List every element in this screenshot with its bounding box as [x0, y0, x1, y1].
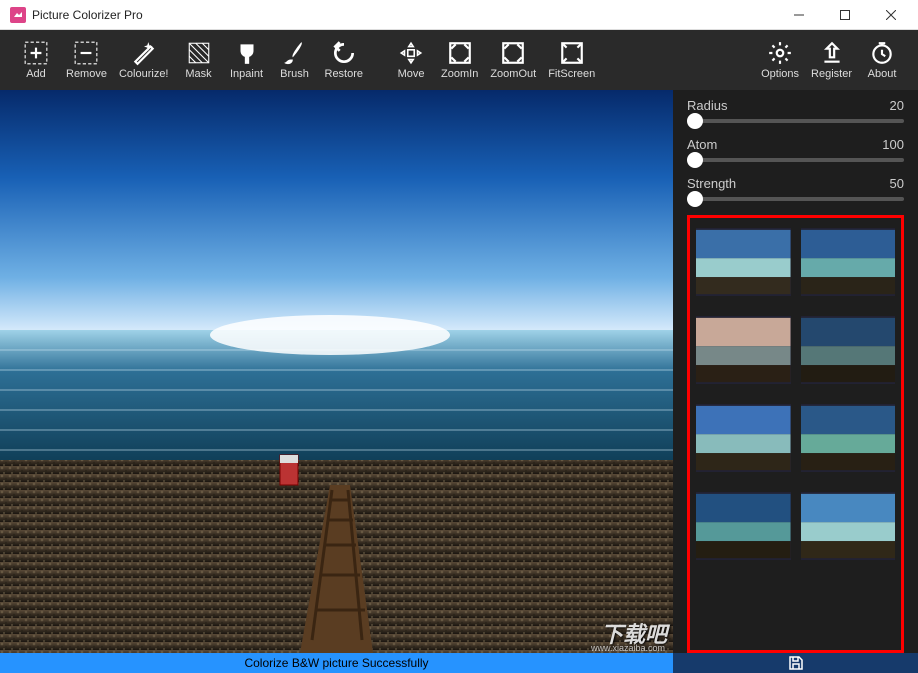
register-button[interactable]: Register — [805, 36, 858, 84]
remove-button[interactable]: Remove — [60, 36, 113, 84]
preset-thumb[interactable] — [696, 228, 791, 296]
brush-button[interactable]: Brush — [271, 36, 319, 84]
app-icon — [10, 7, 26, 23]
mask-label: Mask — [185, 68, 211, 80]
mask-button[interactable]: Mask — [175, 36, 223, 84]
inpaint-button[interactable]: Inpaint — [223, 36, 271, 84]
statusbar: Colorize B&W picture Successfully — [0, 653, 918, 673]
gear-icon — [767, 40, 793, 66]
atom-value: 100 — [882, 137, 904, 152]
clock-icon — [869, 40, 895, 66]
minimize-icon — [794, 10, 804, 20]
atom-thumb[interactable] — [687, 152, 703, 168]
watermark-url: www.xiazaiba.com — [591, 643, 665, 653]
image-preview — [0, 90, 673, 653]
preset-thumb[interactable] — [696, 492, 791, 560]
atom-track[interactable] — [687, 158, 904, 162]
restore-label: Restore — [325, 68, 364, 80]
close-icon — [886, 10, 896, 20]
fitscreen-icon — [559, 40, 585, 66]
mask-icon — [186, 40, 212, 66]
move-button[interactable]: Move — [387, 36, 435, 84]
wand-icon — [131, 40, 157, 66]
maximize-button[interactable] — [822, 0, 868, 30]
radius-slider[interactable]: Radius 20 — [687, 98, 904, 123]
register-icon — [819, 40, 845, 66]
window-title: Picture Colorizer Pro — [32, 8, 776, 22]
add-label: Add — [26, 68, 46, 80]
radius-track[interactable] — [687, 119, 904, 123]
atom-label: Atom — [687, 137, 717, 152]
add-button[interactable]: Add — [12, 36, 60, 84]
zoomout-icon — [500, 40, 526, 66]
preset-thumb[interactable] — [801, 492, 896, 560]
preset-thumb[interactable] — [696, 404, 791, 472]
titlebar: Picture Colorizer Pro — [0, 0, 918, 30]
register-label: Register — [811, 68, 852, 80]
move-label: Move — [398, 68, 425, 80]
remove-icon — [73, 40, 99, 66]
strength-slider[interactable]: Strength 50 — [687, 176, 904, 201]
strength-thumb[interactable] — [687, 191, 703, 207]
restore-icon — [331, 40, 357, 66]
options-button[interactable]: Options — [755, 36, 805, 84]
minimize-button[interactable] — [776, 0, 822, 30]
strength-value: 50 — [890, 176, 904, 191]
preset-thumb[interactable] — [801, 316, 896, 384]
fitscreen-button[interactable]: FitScreen — [542, 36, 601, 84]
zoomout-button[interactable]: ZoomOut — [484, 36, 542, 84]
preset-grid — [687, 215, 904, 653]
add-icon — [23, 40, 49, 66]
radius-value: 20 — [890, 98, 904, 113]
preset-thumb[interactable] — [801, 228, 896, 296]
close-button[interactable] — [868, 0, 914, 30]
atom-slider[interactable]: Atom 100 — [687, 137, 904, 162]
content-area: 下载吧 www.xiazaiba.com Radius 20 Atom 100 … — [0, 90, 918, 653]
inpaint-icon — [234, 40, 260, 66]
brush-icon — [282, 40, 308, 66]
brush-label: Brush — [280, 68, 309, 80]
remove-label: Remove — [66, 68, 107, 80]
maximize-icon — [840, 10, 850, 20]
strength-track[interactable] — [687, 197, 904, 201]
radius-label: Radius — [687, 98, 727, 113]
window-controls — [776, 0, 914, 30]
fitscreen-label: FitScreen — [548, 68, 595, 80]
options-label: Options — [761, 68, 799, 80]
radius-thumb[interactable] — [687, 113, 703, 129]
colourize-button[interactable]: Colourize! — [113, 36, 175, 84]
about-button[interactable]: About — [858, 36, 906, 84]
zoomin-button[interactable]: ZoomIn — [435, 36, 484, 84]
save-button[interactable] — [673, 653, 918, 673]
preset-thumb[interactable] — [801, 404, 896, 472]
status-text: Colorize B&W picture Successfully — [0, 656, 673, 670]
canvas[interactable]: 下载吧 www.xiazaiba.com — [0, 90, 673, 653]
move-icon — [398, 40, 424, 66]
about-label: About — [868, 68, 897, 80]
colourize-label: Colourize! — [119, 68, 169, 80]
zoomout-label: ZoomOut — [490, 68, 536, 80]
preset-thumb[interactable] — [696, 316, 791, 384]
toolbar: Add Remove Colourize! Mask Inpaint Brush… — [0, 30, 918, 90]
zoomin-icon — [447, 40, 473, 66]
save-icon — [788, 655, 804, 671]
strength-label: Strength — [687, 176, 736, 191]
side-panel: Radius 20 Atom 100 Strength 50 — [673, 90, 918, 653]
zoomin-label: ZoomIn — [441, 68, 478, 80]
restore-button[interactable]: Restore — [319, 36, 370, 84]
inpaint-label: Inpaint — [230, 68, 263, 80]
